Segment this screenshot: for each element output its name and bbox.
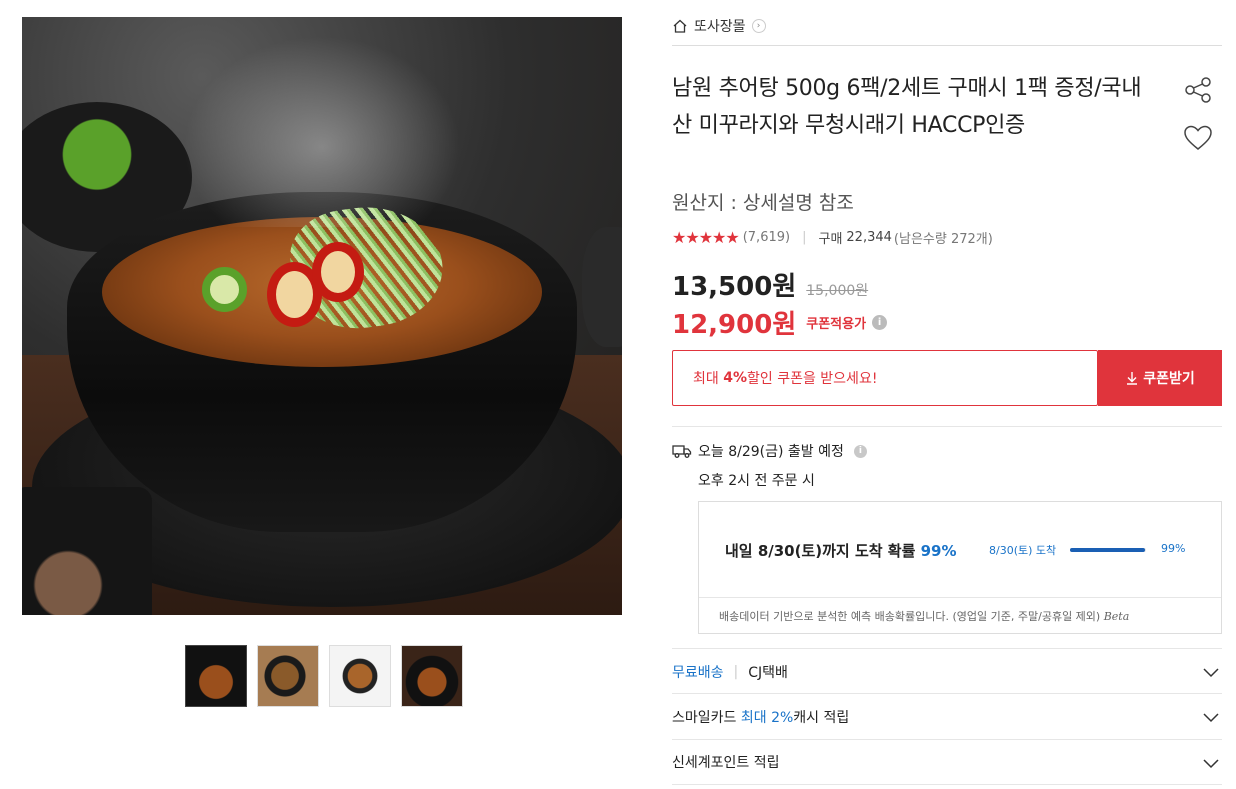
- price-row: 13,500원 15,000원: [672, 266, 868, 303]
- product-origin: 원산지 : 상세설명 참조: [672, 192, 854, 214]
- arrival-probability-fill: [1070, 548, 1146, 552]
- download-icon: [1127, 372, 1138, 385]
- divider: [672, 426, 1222, 427]
- arrival-probability-prefix: 내일 8/30(토)까지 도착 확률: [725, 542, 921, 560]
- coupon-price-row: 12,900원 쿠폰적용가 i: [672, 304, 888, 341]
- card-benefit-accordion[interactable]: 스마일카드 최대 2% 캐시 적립: [672, 693, 1222, 739]
- thumbnail-2[interactable]: [257, 645, 319, 707]
- star-rating: ★★★★★: [672, 228, 740, 247]
- chevron-right-icon: ›: [751, 19, 766, 33]
- get-coupon-button[interactable]: 쿠폰받기: [1098, 350, 1222, 406]
- arrival-probability-bar: [1070, 548, 1146, 552]
- chevron-down-icon: [1203, 713, 1219, 723]
- review-count[interactable]: (7,619): [743, 230, 790, 245]
- image-right-bowl: [582, 227, 622, 347]
- get-coupon-label: 쿠폰받기: [1143, 371, 1195, 387]
- coupon-percent: 4%: [723, 370, 747, 386]
- coupon-price: 12,900원: [672, 310, 797, 340]
- buy-label: 구매: [818, 232, 843, 247]
- image-red-pepper: [312, 242, 364, 302]
- info-icon[interactable]: i: [872, 315, 888, 330]
- probability-note-text: 배송데이터 기반으로 분석한 예측 배송확률입니다. (영업일 기준, 주말/공…: [719, 610, 1101, 623]
- thumbnail-1[interactable]: [185, 645, 247, 707]
- shop-link[interactable]: 또사장몰 ›: [672, 16, 766, 36]
- arrival-date-label: 8/30(토) 도착: [989, 544, 1057, 557]
- shipping-departure: 오늘 8/29(금) 출발 예정: [698, 444, 844, 460]
- carrier-label: CJ택배: [748, 664, 788, 681]
- home-icon: [673, 19, 687, 33]
- free-shipping-label: 무료배송: [672, 664, 724, 681]
- thumbnail-strip: [185, 645, 463, 707]
- arrival-probability-value: 99%: [1161, 542, 1186, 555]
- coupon-banner[interactable]: 최대 4% 할인 쿠폰을 받으세요!: [672, 350, 1098, 406]
- coupon-price-label: 쿠폰적용가: [806, 317, 867, 332]
- original-price: 15,000원: [806, 283, 869, 299]
- coupon-text-suffix: 할인 쿠폰을 받으세요!: [747, 371, 878, 387]
- remaining-quantity: (남은수량 272개): [893, 232, 993, 247]
- shipping-cutoff: 오후 2시 전 주문 시: [698, 473, 815, 489]
- beta-label: Beta: [1103, 610, 1130, 623]
- chevron-down-icon: [1203, 668, 1219, 678]
- separator: |: [733, 663, 739, 680]
- card-benefit-prefix: 스마일카드: [672, 709, 737, 726]
- divider: [672, 45, 1222, 46]
- arrival-probability-text: 내일 8/30(토)까지 도착 확률 99%: [725, 540, 957, 561]
- buy-count: 22,344: [846, 230, 892, 245]
- rating-row: ★★★★★ (7,619) | 구매 22,344 (남은수량 272개): [672, 228, 993, 247]
- image-small-bowl: [22, 487, 152, 615]
- thumbnail-3[interactable]: [329, 645, 391, 707]
- heart-icon[interactable]: [1182, 122, 1214, 154]
- arrival-probability-box: 내일 8/30(토)까지 도착 확률 99% 8/30(토) 도착 99% 배송…: [698, 501, 1222, 634]
- card-benefit-suffix: 캐시 적립: [793, 709, 850, 726]
- image-green-pepper: [202, 267, 247, 312]
- chevron-down-icon: [1203, 759, 1219, 769]
- share-icon[interactable]: [1182, 74, 1214, 106]
- coupon-text-prefix: 최대: [693, 371, 719, 387]
- thumbnail-4[interactable]: [401, 645, 463, 707]
- probability-note: 배송데이터 기반으로 분석한 예측 배송확률입니다. (영업일 기준, 주말/공…: [719, 608, 1129, 624]
- sale-price: 13,500원: [672, 272, 797, 302]
- truck-icon: [672, 445, 692, 458]
- product-main-image[interactable]: [22, 17, 622, 615]
- arrival-probability-percent: 99%: [920, 542, 957, 560]
- shipping-accordion[interactable]: 무료배송 | CJ택배: [672, 648, 1222, 694]
- separator: |: [802, 230, 807, 245]
- points-label: 신세계포인트 적립: [672, 755, 780, 771]
- points-accordion[interactable]: 신세계포인트 적립: [672, 739, 1222, 785]
- info-icon[interactable]: i: [853, 444, 867, 458]
- image-steam: [172, 27, 472, 227]
- card-benefit-highlight: 최대 2%: [740, 709, 794, 726]
- shop-name: 또사장몰: [694, 19, 746, 35]
- shipping-departure-row: 오늘 8/29(금) 출발 예정 i: [672, 441, 867, 461]
- product-title: 남원 추어탕 500g 6팩/2세트 구매시 1팩 증정/국내산 미꾸라지와 무…: [672, 76, 1142, 138]
- divider: [699, 597, 1221, 598]
